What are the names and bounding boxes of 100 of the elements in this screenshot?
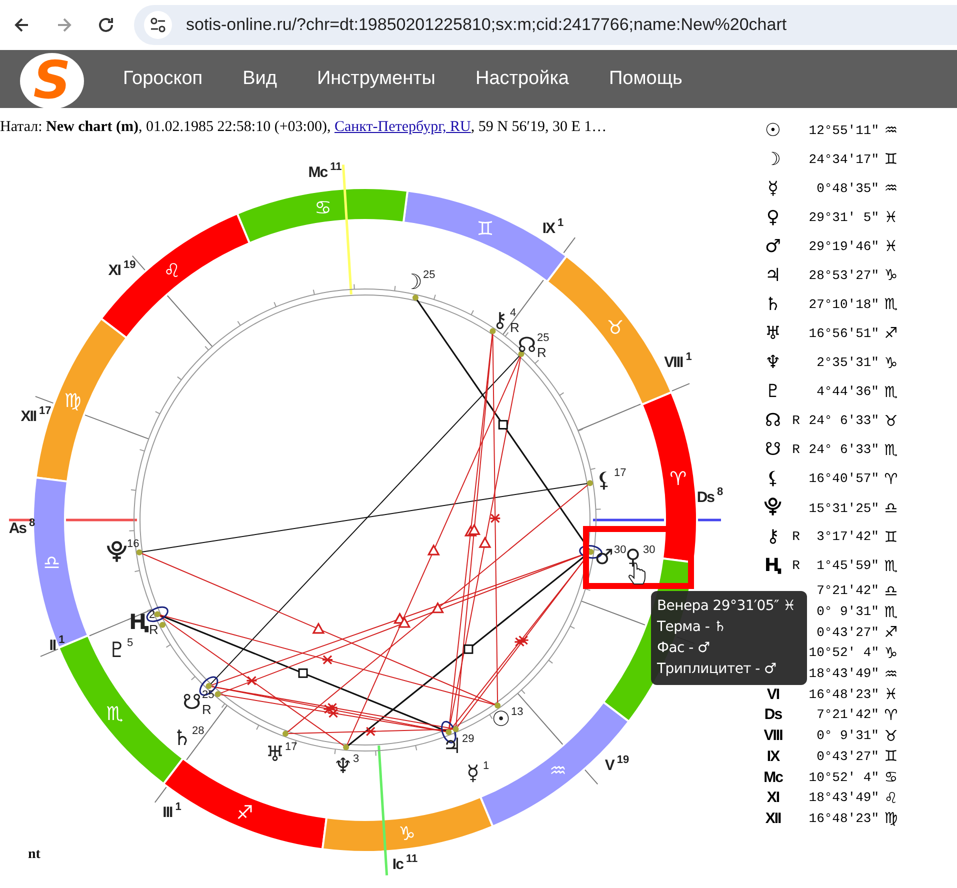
position-value: 0°48′35″ bbox=[816, 180, 879, 196]
planet-dot bbox=[343, 744, 350, 750]
sign-glyph: ♑ bbox=[883, 644, 899, 662]
position-value: 24°34′17″ bbox=[808, 152, 879, 167]
planet-dot bbox=[518, 350, 524, 357]
cusp-label: Ds bbox=[764, 706, 782, 724]
sign-glyph: ♎ bbox=[883, 499, 899, 518]
text-fragment: nt bbox=[28, 847, 40, 862]
sign-glyph: ♍ bbox=[883, 809, 899, 828]
position-value: 29°19′46″ bbox=[808, 238, 879, 254]
position-value: 0° 9′31″ bbox=[816, 728, 879, 744]
position-value: 0° 9′31″ bbox=[816, 604, 879, 620]
house-label: As $^{8}$ bbox=[8, 517, 36, 537]
house-label: II $^{1}$ bbox=[49, 634, 65, 654]
planet-dot bbox=[494, 702, 501, 708]
house-label: XII $^{17}$ bbox=[20, 405, 52, 425]
zodiac-glyph: ♎ bbox=[43, 552, 60, 574]
planet-dot bbox=[490, 328, 496, 334]
asterisk-aspect-icon bbox=[518, 635, 530, 645]
triangle-aspect-icon bbox=[312, 622, 325, 634]
zodiac-glyph: ♌ bbox=[164, 260, 181, 282]
asterisk-aspect-icon bbox=[246, 676, 258, 686]
sign-glyph: ♏ bbox=[883, 295, 899, 314]
cusp-label: VI bbox=[766, 686, 780, 703]
planet-symbol: ♃ bbox=[764, 264, 782, 286]
planet-symbol: ⯓ bbox=[763, 495, 783, 520]
menu-item[interactable]: Вид bbox=[242, 68, 277, 90]
position-value: 16°48′23″ bbox=[808, 810, 879, 826]
planet-dot bbox=[136, 549, 142, 556]
square-aspect-icon bbox=[298, 668, 308, 678]
cusp-label: IX bbox=[766, 748, 780, 765]
position-value: 12°55′11″ bbox=[808, 122, 879, 138]
zodiac-glyph: ♑ bbox=[398, 823, 416, 846]
position-value: 10°52′ 4″ bbox=[808, 770, 879, 785]
retrograde-label: R bbox=[792, 529, 800, 544]
sign-glyph: ♓ bbox=[883, 685, 899, 704]
zodiac-glyph: ♐ bbox=[236, 802, 254, 824]
retrograde-label: R bbox=[792, 442, 800, 458]
asterisk-aspect-icon bbox=[322, 655, 334, 665]
house-label: XI $^{19}$ bbox=[108, 259, 136, 279]
triangle-aspect-icon bbox=[431, 602, 444, 614]
asterisk-aspect-icon bbox=[514, 637, 526, 647]
planet-symbol: ♅ bbox=[764, 322, 782, 344]
sign-glyph: ♈ bbox=[883, 470, 899, 488]
planet-dot bbox=[206, 683, 212, 690]
house-label: IX $^{1}$ bbox=[542, 217, 564, 237]
sign-glyph: ♒ bbox=[883, 121, 899, 140]
asterisk-aspect-icon bbox=[364, 726, 376, 736]
asterisk-aspect-icon bbox=[327, 708, 340, 718]
sign-glyph: ♒ bbox=[883, 664, 899, 683]
planet-dot bbox=[282, 730, 288, 737]
position-value: 27°10′18″ bbox=[808, 296, 879, 312]
sign-glyph: ♏ bbox=[883, 556, 899, 575]
site-settings-icon[interactable] bbox=[144, 11, 172, 39]
asterisk-aspect-icon bbox=[326, 702, 338, 712]
sign-glyph: ♊ bbox=[883, 150, 899, 168]
sign-glyph: ♏ bbox=[883, 602, 899, 621]
position-value: 15°31′25″ bbox=[808, 500, 879, 516]
sign-glyph: ♓ bbox=[883, 208, 899, 226]
position-value: 1°45′59″ bbox=[816, 558, 879, 574]
sign-glyph: ♐ bbox=[883, 324, 899, 342]
sign-glyph: ♊ bbox=[883, 528, 899, 546]
tooltip-line: Венера 29°31′05″ ♓ bbox=[657, 597, 796, 616]
city-link[interactable]: Санкт-Петербург, RU bbox=[334, 119, 471, 135]
menu-item[interactable]: Помощь bbox=[609, 68, 682, 90]
planet-dot bbox=[214, 691, 221, 698]
menu-item[interactable]: Настройка bbox=[475, 68, 570, 90]
sign-glyph: ♎ bbox=[883, 582, 899, 600]
position-value: 10°52′ 4″ bbox=[808, 645, 879, 660]
asterisk-aspect-icon bbox=[322, 704, 334, 714]
planet-symbol: ☿ bbox=[766, 178, 780, 199]
position-value: 0°43′27″ bbox=[816, 624, 879, 640]
zodiac-glyph: ♉ bbox=[606, 317, 624, 340]
planet-symbol: ♆ bbox=[764, 352, 782, 374]
zodiac-glyph: ♋ bbox=[314, 196, 332, 219]
sign-glyph: ♉ bbox=[883, 412, 899, 430]
triangle-aspect-icon bbox=[478, 536, 492, 548]
sign-glyph: ♐ bbox=[883, 623, 899, 642]
planet-symbol: ⚸ bbox=[765, 468, 781, 490]
zodiac-glyph: ♍ bbox=[64, 390, 82, 412]
zodiac-glyph: ♏ bbox=[106, 702, 124, 725]
retrograde-label: R bbox=[792, 558, 800, 574]
planet-symbol: ♀ bbox=[765, 206, 781, 228]
chart-title: Натал: New chart (m), 01.02.1985 22:58:10 (+03:00), Санкт-Петербург, RU, 59 N 56′19, 30 E 1… bbox=[0, 118, 608, 137]
zodiac-glyph: ♒ bbox=[549, 760, 566, 782]
sign-glyph: ♏ bbox=[883, 440, 899, 459]
position-value: 16°40′57″ bbox=[808, 471, 879, 486]
cusp-label: Mc bbox=[764, 768, 782, 786]
tooltip-line: Терма - ♄ bbox=[657, 618, 727, 637]
address-field[interactable]: sotis-online.ru/?chr=dt:19850201225810;sx:m;cid:2417766;name:New%20chart bbox=[134, 5, 957, 45]
sign-glyph: ♒ bbox=[883, 179, 899, 198]
planet-symbol: ☊ bbox=[764, 410, 782, 432]
position-value: 18°43′49″ bbox=[808, 790, 879, 806]
cusp-label: XII bbox=[765, 810, 781, 827]
triangle-aspect-icon bbox=[398, 616, 411, 628]
reload-icon[interactable] bbox=[96, 15, 116, 35]
house-label: Ic $^{11}$ bbox=[392, 853, 418, 873]
position-value: 4°44′36″ bbox=[816, 384, 879, 400]
menu-item[interactable]: Гороскоп bbox=[123, 68, 203, 90]
menu-item[interactable]: Инструменты bbox=[316, 68, 436, 90]
